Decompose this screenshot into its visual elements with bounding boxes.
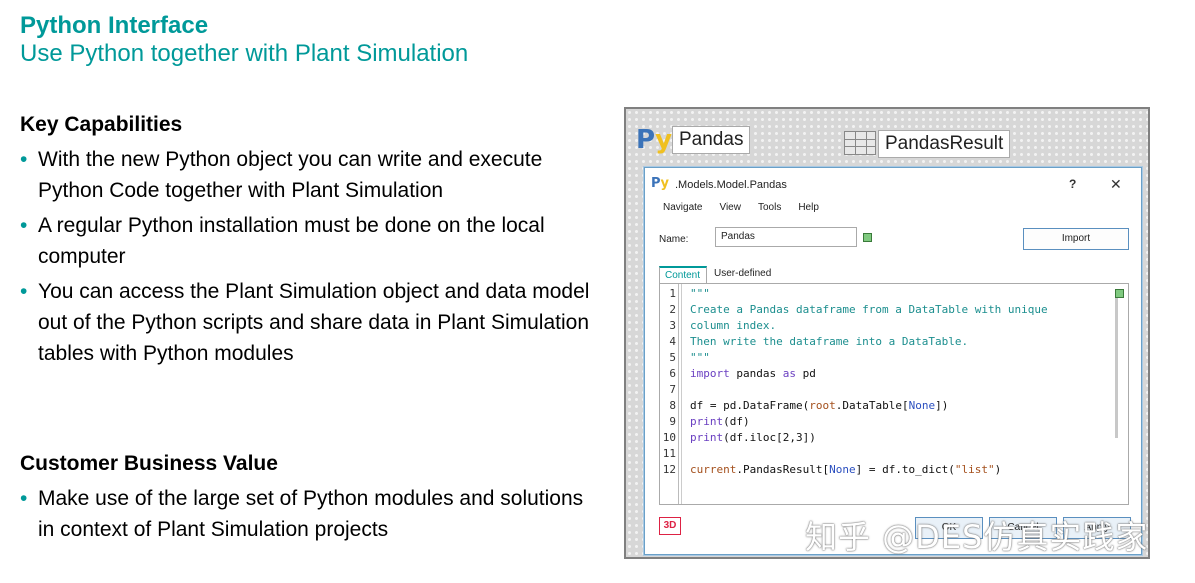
plant-simulation-screenshot: Py Pandas PandasResult Py .Models.Model.… [624, 107, 1150, 559]
customer-value-heading: Customer Business Value [20, 452, 278, 475]
datatable-icon[interactable] [844, 131, 876, 155]
python-object-icon[interactable]: Py [636, 125, 672, 155]
vertical-scrollbar[interactable] [1115, 298, 1118, 438]
watermark: 知乎 @DES仿真实践家 [805, 518, 1149, 556]
python-icon: Py [651, 176, 670, 191]
slide-subtitle: Use Python together with Plant Simulatio… [20, 40, 469, 67]
tab-user-defined[interactable]: User-defined [709, 266, 776, 283]
code-editor[interactable]: 1 """ 2 Create a Pandas dataframe from a D… [659, 283, 1129, 505]
key-capabilities-list: With the new Python object you can write… [20, 144, 590, 373]
menu-item-view[interactable]: View [719, 202, 741, 213]
bullet-item: Make use of the large set of Python modu… [20, 483, 590, 545]
menu-item-tools[interactable]: Tools [758, 202, 781, 213]
name-field[interactable]: Pandas [715, 227, 857, 247]
customer-value-list: Make use of the large set of Python modu… [20, 483, 590, 549]
bullet-item: You can access the Plant Simulation obje… [20, 276, 590, 369]
bullet-item: With the new Python object you can write… [20, 144, 590, 206]
fold-line [678, 284, 679, 504]
import-button[interactable]: Import [1023, 228, 1129, 250]
dialog-title: .Models.Model.Pandas [675, 179, 787, 191]
slide-title: Python Interface [20, 12, 209, 39]
help-button[interactable]: ? [1069, 177, 1076, 191]
bullet-item: A regular Python installation must be do… [20, 210, 590, 272]
3d-button[interactable]: 3D [659, 517, 681, 535]
key-capabilities-heading: Key Capabilities [20, 113, 183, 136]
close-icon[interactable]: ✕ [1110, 176, 1122, 193]
object-label-pandasresult: PandasResult [878, 130, 1011, 158]
object-label-pandas: Pandas [672, 126, 751, 154]
expand-icon[interactable] [1115, 289, 1124, 298]
inheritance-icon[interactable] [863, 233, 872, 242]
menu-item-navigate[interactable]: Navigate [663, 202, 702, 213]
menu-item-help[interactable]: Help [798, 202, 819, 213]
python-dialog: Py .Models.Model.Pandas ? ✕ Navigate Vie… [644, 167, 1142, 555]
tab-content[interactable]: Content [659, 266, 707, 283]
name-label: Name: [659, 234, 689, 245]
menu-bar: Navigate View Tools Help [663, 202, 819, 213]
